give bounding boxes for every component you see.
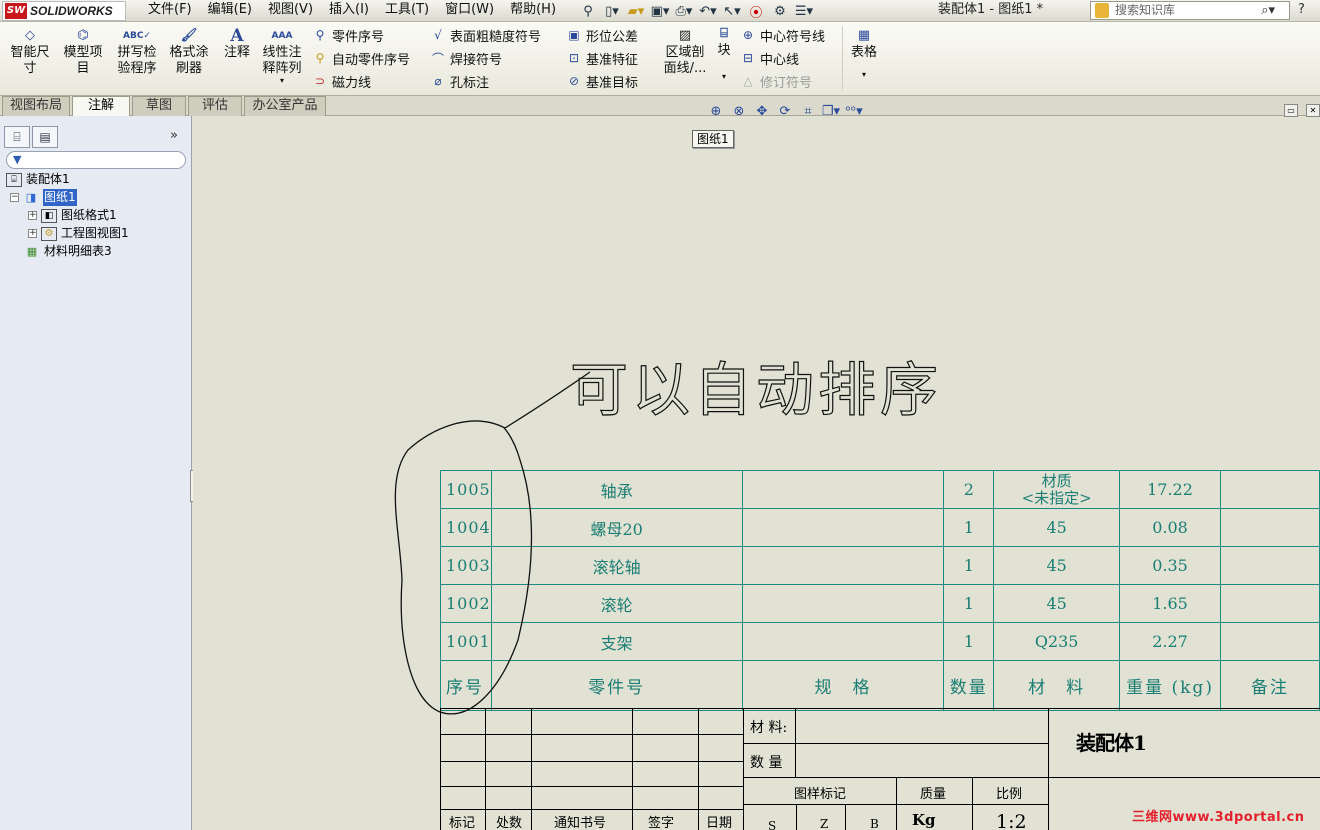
- site-watermark: 三维网www.3dportal.cn: [1132, 810, 1305, 825]
- annotation-text: 可以自动排序: [570, 356, 942, 424]
- solidworks-window: SW SOLIDWORKS 文件(F) 编辑(E) 视图(V) 插入(I) 工具…: [0, 0, 1320, 830]
- annotation-circle: [394, 420, 533, 715]
- handwritten-annotation: 可以自动排序: [394, 355, 942, 715]
